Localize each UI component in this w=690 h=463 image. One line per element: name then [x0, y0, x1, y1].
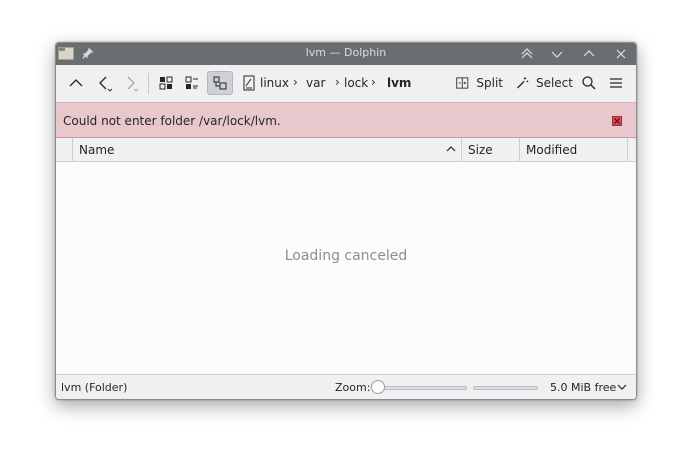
error-message: Could not enter folder /var/lock/lvm.: [63, 114, 281, 128]
hamburger-icon: [610, 78, 622, 88]
column-modified[interactable]: Modified: [520, 138, 628, 161]
column-header: Name Size Modified: [56, 138, 636, 162]
free-space-label[interactable]: 5.0 MiB free: [550, 381, 616, 394]
error-banner: Could not enter folder /var/lock/lvm.: [56, 102, 636, 138]
split-label: Split: [476, 76, 503, 90]
breadcrumb-separator: ›: [335, 75, 340, 89]
column-size[interactable]: Size: [462, 138, 520, 161]
breadcrumb-separator: ›: [293, 75, 298, 89]
magic-wand-icon: [517, 77, 529, 89]
zoom-slider[interactable]: [372, 386, 467, 390]
header-spacer: [56, 138, 73, 161]
column-name[interactable]: Name: [73, 138, 462, 161]
close-banner-button[interactable]: [612, 116, 622, 126]
forward-button[interactable]: [118, 71, 142, 95]
up-button[interactable]: [64, 71, 88, 95]
column-modified-label: Modified: [526, 143, 578, 157]
search-icon: [582, 76, 596, 90]
split-view-icon: [456, 77, 469, 89]
free-space-bar: [473, 386, 538, 390]
keep-above-icon[interactable]: [518, 45, 536, 63]
breadcrumb-separator: ›: [371, 75, 376, 89]
file-view[interactable]: Loading canceled: [56, 162, 636, 374]
column-name-label: Name: [79, 143, 115, 157]
dolphin-window: lvm — Dolphin linux › var › lock › lvm S…: [55, 42, 637, 400]
back-button[interactable]: [92, 71, 116, 95]
minimize-icon[interactable]: [548, 45, 566, 63]
preview-button[interactable]: [237, 71, 261, 95]
status-text: lvm (Folder): [61, 381, 128, 394]
status-bar: lvm (Folder) Zoom: 5.0 MiB free: [56, 374, 636, 399]
title-bar[interactable]: lvm — Dolphin: [56, 43, 636, 65]
details-view-button[interactable]: [207, 71, 233, 95]
select-label: Select: [535, 76, 573, 90]
select-button[interactable]: Select: [515, 71, 573, 95]
hamburger-menu-button[interactable]: [604, 71, 628, 95]
split-button[interactable]: Split: [455, 71, 503, 95]
chevron-down-icon[interactable]: [616, 381, 628, 393]
search-button[interactable]: [577, 71, 601, 95]
zoom-slider-handle[interactable]: [371, 380, 385, 394]
breadcrumb-var[interactable]: var: [306, 76, 325, 90]
breadcrumb-linux[interactable]: linux: [260, 76, 289, 90]
toolbar-separator: [148, 73, 149, 94]
close-icon[interactable]: [612, 45, 630, 63]
main-toolbar: linux › var › lock › lvm Split Select: [56, 65, 636, 102]
column-size-label: Size: [468, 143, 493, 157]
sort-ascending-icon: [446, 146, 456, 152]
empty-placeholder: Loading canceled: [284, 248, 408, 264]
icons-view-button[interactable]: [154, 71, 178, 95]
zoom-label: Zoom:: [335, 381, 371, 394]
breadcrumb-lock[interactable]: lock: [344, 76, 368, 90]
close-icon: [614, 118, 620, 124]
breadcrumb-lvm[interactable]: lvm: [387, 76, 411, 90]
compact-view-button[interactable]: [180, 71, 204, 95]
maximize-icon[interactable]: [580, 45, 598, 63]
